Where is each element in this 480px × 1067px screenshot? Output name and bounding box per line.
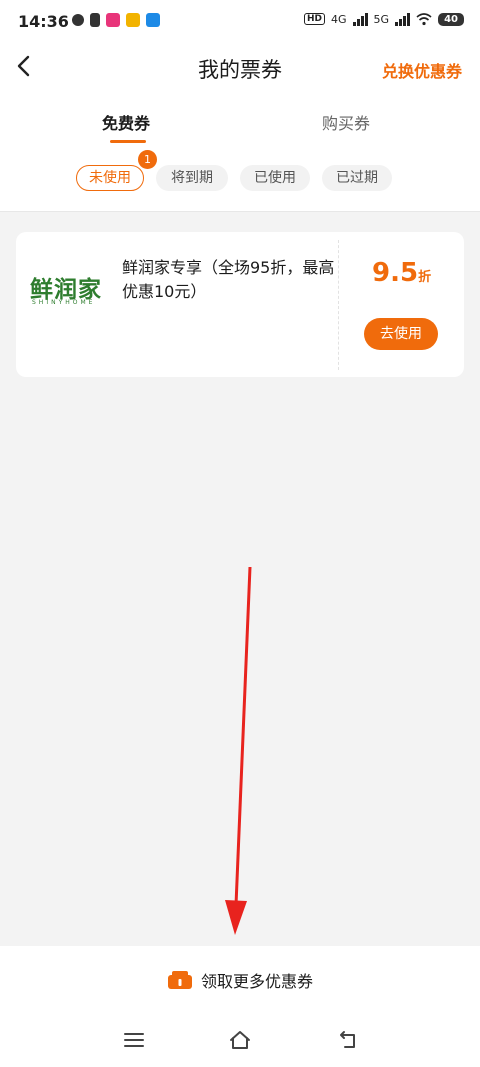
header-bar: 我的票券 兑换优惠券 [0, 42, 480, 92]
signal-icon [352, 12, 368, 26]
filter-used[interactable]: 已使用 [240, 165, 310, 191]
merchant-logo: 鲜润家 SHINYHOME [30, 270, 118, 314]
signal-icon [395, 12, 411, 26]
coupon-discount: 9.5折 [372, 258, 448, 288]
get-more-coupons-label: 领取更多优惠券 [200, 972, 313, 991]
status-time: 14:36 [18, 12, 69, 31]
active-tab-indicator [110, 140, 146, 143]
tab-purchased-coupons[interactable]: 购买券 [322, 110, 370, 134]
system-nav-bar [0, 1016, 480, 1067]
app-notification-icon [146, 13, 160, 27]
filter-expiring[interactable]: 将到期 [156, 165, 228, 191]
unused-count-badge: 1 [138, 150, 157, 169]
notification-icons [72, 13, 160, 27]
section-divider [0, 211, 480, 212]
app-notification-icon [126, 13, 140, 27]
wifi-icon [416, 13, 432, 26]
hd-label: HD [304, 13, 326, 25]
redeem-coupon-link[interactable]: 兑换优惠券 [382, 58, 462, 82]
menu-icon[interactable] [122, 1028, 146, 1052]
merchant-logo-subtext: SHINYHOME [32, 299, 96, 306]
coupon-card[interactable]: 鲜润家 SHINYHOME 鲜润家专享（全场95折，最高优惠10元） 9.5折 … [16, 232, 464, 377]
top-panel: 14:36 HD 4G 5G 40 我的票券 兑换优惠券 免费券 购买券 未使用… [0, 0, 480, 212]
status-right: HD 4G 5G 40 [304, 12, 464, 26]
return-icon[interactable] [335, 1028, 359, 1052]
network-5g-label: 5G [373, 12, 390, 26]
discount-unit: 折 [418, 270, 432, 285]
filter-unused[interactable]: 未使用 [76, 165, 144, 191]
app-notification-icon [72, 14, 84, 26]
home-icon[interactable] [228, 1028, 252, 1052]
status-bar: 14:36 HD 4G 5G 40 [0, 0, 480, 42]
network-4g-label: 4G [331, 12, 347, 26]
bottom-action-bar: 领取更多优惠券 [0, 946, 480, 1016]
coupon-description: 鲜润家专享（全场95折，最高优惠10元） [122, 258, 335, 301]
coupon-ticket-icon [167, 971, 192, 989]
filter-expired[interactable]: 已过期 [322, 165, 392, 191]
coupon-separator [338, 240, 339, 370]
battery-indicator: 40 [438, 12, 464, 26]
signal-notification-icon [90, 13, 100, 27]
discount-value: 9.5 [372, 258, 419, 288]
use-coupon-button[interactable]: 去使用 [364, 318, 438, 350]
tab-free-coupons[interactable]: 免费券 [102, 110, 150, 134]
app-notification-icon [106, 13, 120, 27]
get-more-coupons-button[interactable]: 领取更多优惠券 [0, 968, 480, 992]
